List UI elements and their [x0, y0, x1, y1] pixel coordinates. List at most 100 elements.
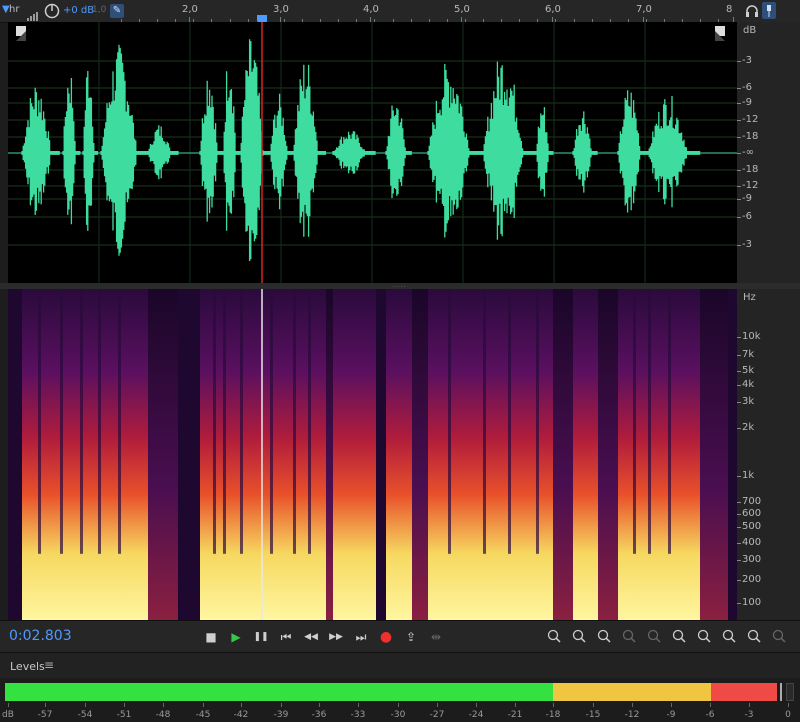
loop-playback-button[interactable]: ⇪: [402, 629, 420, 645]
time-display[interactable]: 0:02.803: [9, 628, 72, 644]
levels-scale-tick: [632, 703, 633, 707]
hz-scale-label: 500: [742, 521, 762, 532]
fade-in-handle-icon[interactable]: [16, 26, 26, 41]
hz-scale-label: 10k: [742, 331, 761, 342]
amplitude-scale: dB -3 -6 -9 -12 -18 -∞ -18 -12 -9 -6 -3: [737, 22, 800, 283]
levels-scale-label: -48: [155, 710, 171, 720]
db-scale-tick: [737, 103, 741, 104]
hz-scale-label: 4k: [742, 379, 755, 390]
db-scale-label: -∞: [742, 147, 754, 158]
zoom-out-amplitude-icon[interactable]: [571, 628, 587, 648]
gain-knob-icon[interactable]: [44, 3, 60, 23]
spectrogram-gap: [668, 289, 671, 554]
levels-scale-tick: [593, 703, 594, 707]
stop-button[interactable]: ■: [202, 629, 220, 645]
zoom-in-right-icon[interactable]: [696, 628, 712, 648]
db-scale-label: -9: [742, 193, 752, 204]
transport-bar: 0:02.803 ■ ▶ ❚❚ ⏮ ◀◀ ▶▶ ⏭ ● ⇪ ⇹: [0, 620, 800, 653]
hz-scale-label: 200: [742, 574, 762, 585]
db-scale-label: -6: [742, 82, 752, 93]
spectrogram-gap: [60, 289, 63, 554]
zoom-in-time-icon[interactable]: [596, 628, 612, 648]
levels-scale-label: -33: [350, 710, 366, 720]
spectrogram-quiet-region: [598, 289, 618, 620]
pin-icon[interactable]: ✎: [110, 4, 124, 18]
ruler-tick-label: 3,0: [273, 4, 289, 15]
spectrogram-gap: [448, 289, 451, 554]
levels-scale-tick: [553, 703, 554, 707]
hz-scale-tick: [737, 385, 741, 386]
spectrogram-gap: [648, 289, 651, 554]
record-button[interactable]: ●: [377, 629, 395, 645]
spectrogram-voiced-region: [618, 289, 700, 620]
spectral-display[interactable]: [8, 289, 737, 620]
marker-pin-icon[interactable]: [762, 2, 776, 19]
gain-value[interactable]: +0 dB: [63, 5, 94, 16]
levels-scale-tick: [203, 703, 204, 707]
spectrogram-gap: [98, 289, 101, 554]
zoom-out-full-icon[interactable]: [721, 628, 737, 648]
zoom-to-selection-icon[interactable]: [646, 628, 662, 648]
spectrogram-quiet-region: [553, 289, 573, 620]
levels-scale-label: dB: [2, 710, 14, 720]
frequency-scale: Hz 10k 7k 5k 4k 3k 2k 1k 700 600 500 400 300 200 100: [737, 289, 800, 620]
db-scale-label: -3: [742, 239, 752, 250]
headphones-icon[interactable]: [744, 3, 760, 23]
zoom-in-left-icon[interactable]: [671, 628, 687, 648]
hz-scale-label: 7k: [742, 349, 755, 360]
ruler-tick-label: 6,0: [545, 4, 561, 15]
spectrogram-gap: [118, 289, 121, 554]
db-scale-label: -12: [742, 180, 759, 191]
panel-menu-icon[interactable]: ≡: [44, 658, 54, 672]
levels-meter: dB -57 -54 -51 -48 -45 -42 -39 -36 -33 -30 -27 -24 -2…: [0, 678, 800, 722]
spectrogram-quiet-region: [700, 289, 728, 620]
spectrogram-gap: [293, 289, 296, 554]
waveform-display[interactable]: [8, 22, 737, 283]
fade-out-handle-icon[interactable]: [715, 26, 725, 41]
play-button[interactable]: ▶: [227, 629, 245, 645]
levels-scale-label: -30: [390, 710, 406, 720]
ruler-tick-label: 5,0: [454, 4, 470, 15]
ruler-tick-label: 2,0: [182, 4, 198, 15]
levels-scale-tick: [398, 703, 399, 707]
meter-clip-indicator[interactable]: [786, 683, 794, 701]
levels-scale-label: -42: [233, 710, 249, 720]
hz-unit-label: Hz: [743, 292, 756, 303]
db-scale-tick: [737, 217, 741, 218]
hz-scale-tick: [737, 543, 741, 544]
levels-scale-label: -24: [468, 710, 484, 720]
levels-scale-label: -57: [37, 710, 53, 720]
levels-scale-tick: [124, 703, 125, 707]
hz-scale-tick: [737, 476, 741, 477]
timeline-ruler[interactable]: ▼ hr +0 dB 1,0 ✎ 2,0 3,0 4,0 5,0 6,0 7,0 8: [0, 0, 800, 26]
rewind-button[interactable]: ◀◀: [302, 629, 320, 645]
levels-scale-label: 0: [785, 710, 791, 720]
meter-red-segment: [711, 683, 777, 701]
zoom-reset-icon[interactable]: [746, 628, 762, 648]
zoom-options-icon[interactable]: [771, 628, 787, 648]
zoom-in-amplitude-icon[interactable]: [546, 628, 562, 648]
pause-button[interactable]: ❚❚: [252, 629, 270, 645]
move-to-start-button[interactable]: ⏮: [277, 629, 295, 645]
hz-scale-label: 1k: [742, 470, 755, 481]
skip-selection-button[interactable]: ⇹: [427, 629, 445, 645]
levels-scale-tick: [437, 703, 438, 707]
zoom-out-time-icon[interactable]: [621, 628, 637, 648]
levels-scale-tick: [319, 703, 320, 707]
fast-forward-button[interactable]: ▶▶: [327, 629, 345, 645]
move-to-end-button[interactable]: ⏭: [352, 629, 370, 645]
hz-scale-tick: [737, 355, 741, 356]
db-scale-label: -18: [742, 164, 759, 175]
spectrogram-quiet-region: [148, 289, 178, 620]
db-scale-tick: [737, 61, 741, 62]
hz-scale-tick: [737, 603, 741, 604]
spectrogram-gap: [270, 289, 273, 554]
hz-scale-tick: [737, 514, 741, 515]
levels-scale-tick: [749, 703, 750, 707]
spectrogram-gap: [536, 289, 539, 554]
meter-peak-indicator: [780, 683, 782, 701]
hz-scale-tick: [737, 502, 741, 503]
levels-scale-label: -36: [311, 710, 327, 720]
hz-scale-tick: [737, 580, 741, 581]
levels-scale-label: -15: [585, 710, 601, 720]
